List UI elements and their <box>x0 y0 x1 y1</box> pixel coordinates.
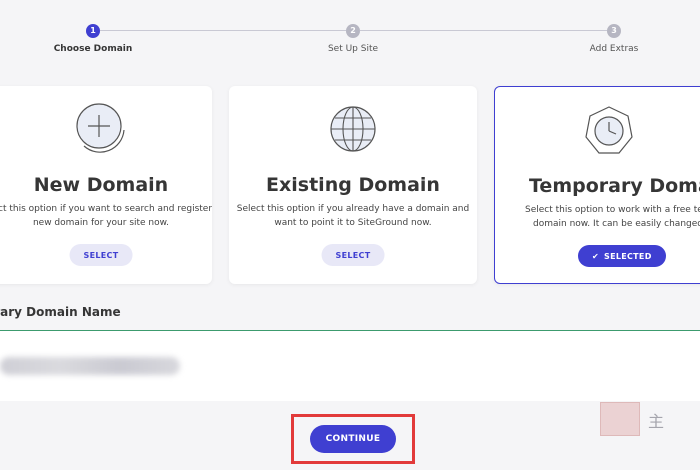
section-title: orary Domain Name <box>0 305 121 319</box>
button-label: SELECTED <box>604 251 652 261</box>
plus-circle-icon <box>76 103 125 153</box>
step-add-extras[interactable]: 3 Add Extras <box>544 24 684 54</box>
step-number: 3 <box>607 24 621 38</box>
card-description: lect this option if you want to search a… <box>0 202 212 230</box>
selected-temporary-domain-button[interactable]: ✔ SELECTED <box>578 245 666 267</box>
clock-icon <box>585 106 633 154</box>
step-label: Add Extras <box>589 44 639 54</box>
step-label: Choose Domain <box>53 44 133 54</box>
step-label: Set Up Site <box>327 44 379 54</box>
card-description-line: domain now. It can be easily changed lat… <box>533 219 700 229</box>
card-description-line: want to point it to SiteGround now. <box>274 218 432 228</box>
card-title: Existing Domain <box>266 174 440 196</box>
globe-icon <box>330 106 376 152</box>
step-number: 2 <box>346 24 360 38</box>
card-description: Select this option if you already have a… <box>229 202 477 230</box>
card-description-line: lect this option if you want to search a… <box>0 204 212 214</box>
card-description-line: new domain for your site now. <box>32 218 170 228</box>
card-title: Temporary Domain <box>529 175 700 197</box>
checkmark-icon: ✔ <box>592 251 600 261</box>
card-existing-domain[interactable]: Existing Domain Select this option if yo… <box>229 86 477 284</box>
continue-button[interactable]: CONTINUE <box>310 425 396 453</box>
card-description: Select this option to work with a free t… <box>525 203 700 231</box>
card-temporary-domain[interactable]: Temporary Domain Select this option to w… <box>494 86 700 284</box>
domain-name-field[interactable] <box>0 331 700 401</box>
stepper: 1 Choose Domain 2 Set Up Site 3 Add Extr… <box>0 0 700 60</box>
card-description-line: Select this option to work with a free t… <box>525 205 700 215</box>
select-existing-domain-button[interactable]: SELECT <box>321 244 385 266</box>
blurred-domain-value <box>0 357 180 375</box>
card-title: New Domain <box>33 174 169 196</box>
card-new-domain[interactable]: New Domain lect this option if you want … <box>0 86 212 284</box>
step-choose-domain[interactable]: 1 Choose Domain <box>23 24 163 54</box>
watermark-text: 主 <box>648 412 665 431</box>
step-set-up-site[interactable]: 2 Set Up Site <box>283 24 423 54</box>
step-number: 1 <box>86 24 100 38</box>
watermark: 主 <box>600 402 690 438</box>
watermark-seal <box>600 402 640 436</box>
select-new-domain-button[interactable]: SELECT <box>69 244 133 266</box>
card-description-line: Select this option if you already have a… <box>236 204 470 214</box>
